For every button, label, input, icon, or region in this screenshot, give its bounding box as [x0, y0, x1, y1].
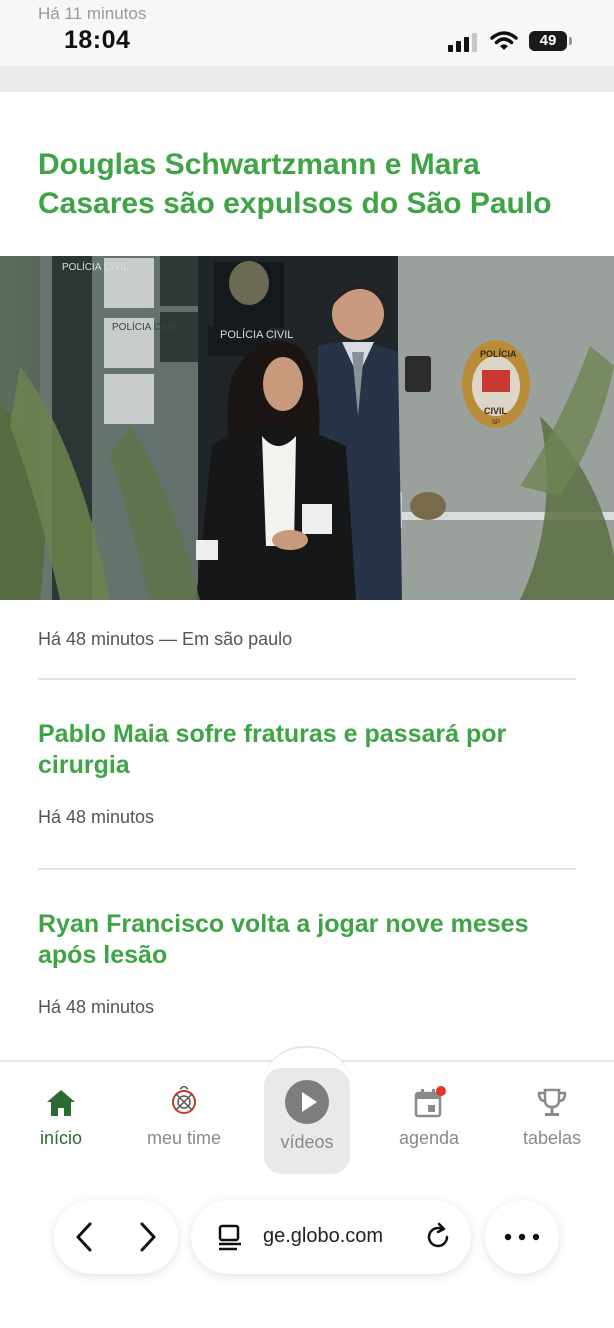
- status-clock: 18:04: [64, 26, 131, 54]
- article-headline-2[interactable]: Pablo Maia sofre fraturas e passará por …: [38, 719, 578, 781]
- nav-item-agenda[interactable]: agenda: [374, 1086, 484, 1149]
- article-photo[interactable]: POLÍCIA CIVIL POLÍCIA CIVIL POLÍCIA CIVI…: [0, 256, 614, 600]
- police-sign-text-2: POLÍCIA CIVIL: [220, 328, 293, 341]
- divider: [38, 868, 576, 870]
- wifi-icon: [490, 31, 518, 50]
- home-icon: [47, 1090, 75, 1116]
- trophy-icon: [537, 1088, 567, 1116]
- status-bar: Há 11 minutos 18:04 49: [0, 0, 614, 66]
- page-top-band: [0, 66, 614, 92]
- article-headline-1[interactable]: Douglas Schwartzmann e Mara Casares são …: [38, 145, 578, 223]
- browser-nav-group: [54, 1200, 178, 1274]
- nav-label-inicio: início: [39, 1128, 83, 1148]
- battery-cap: [569, 37, 572, 45]
- reader-mode-icon[interactable]: [215, 1222, 245, 1252]
- nav-item-meu-time[interactable]: meu time: [129, 1086, 239, 1149]
- badge-text-sp: SP: [492, 420, 500, 426]
- nav-label-agenda: agenda: [398, 1128, 460, 1148]
- nav-label-videos: vídeos: [280, 1132, 334, 1152]
- nav-item-tabelas[interactable]: tabelas: [497, 1086, 607, 1149]
- team-crest-icon: [172, 1086, 196, 1114]
- more-options-button[interactable]: [485, 1200, 559, 1274]
- url-text: ge.globo.com: [263, 1225, 384, 1247]
- battery-icon: 49: [529, 31, 567, 51]
- nav-item-videos[interactable]: vídeos: [264, 1068, 350, 1174]
- battery-percent: 49: [539, 32, 557, 49]
- nav-item-inicio[interactable]: início: [6, 1086, 116, 1149]
- divider: [38, 678, 576, 680]
- article-meta-2: Há 48 minutos: [38, 807, 155, 827]
- police-sign-text-1: POLÍCIA CIVIL: [62, 260, 129, 273]
- notification-badge: [436, 1086, 446, 1096]
- nav-label-meu-time: meu time: [146, 1128, 222, 1148]
- reload-icon[interactable]: [423, 1222, 453, 1252]
- back-button[interactable]: [68, 1220, 102, 1254]
- police-sign-text-3: POLÍCIA CIVIL: [112, 320, 179, 333]
- article-headline-3[interactable]: Ryan Francisco volta a jogar nove meses …: [38, 909, 578, 971]
- article-meta-1: Há 48 minutos — Em são paulo: [38, 629, 293, 649]
- article-meta-3: Há 48 minutos: [38, 997, 155, 1017]
- nav-label-tabelas: tabelas: [522, 1128, 582, 1148]
- play-icon: [285, 1080, 329, 1124]
- cellular-signal-icon: [448, 33, 477, 52]
- address-bar[interactable]: ge.globo.com: [191, 1200, 471, 1274]
- forward-button[interactable]: [130, 1220, 164, 1254]
- ellipsis-icon: [504, 1233, 540, 1241]
- faded-time-text: Há 11 minutos: [38, 4, 147, 23]
- calendar-icon: [414, 1086, 446, 1118]
- badge-text-bottom: CIVIL: [484, 406, 508, 416]
- badge-text-top: POLÍCIA: [480, 349, 517, 359]
